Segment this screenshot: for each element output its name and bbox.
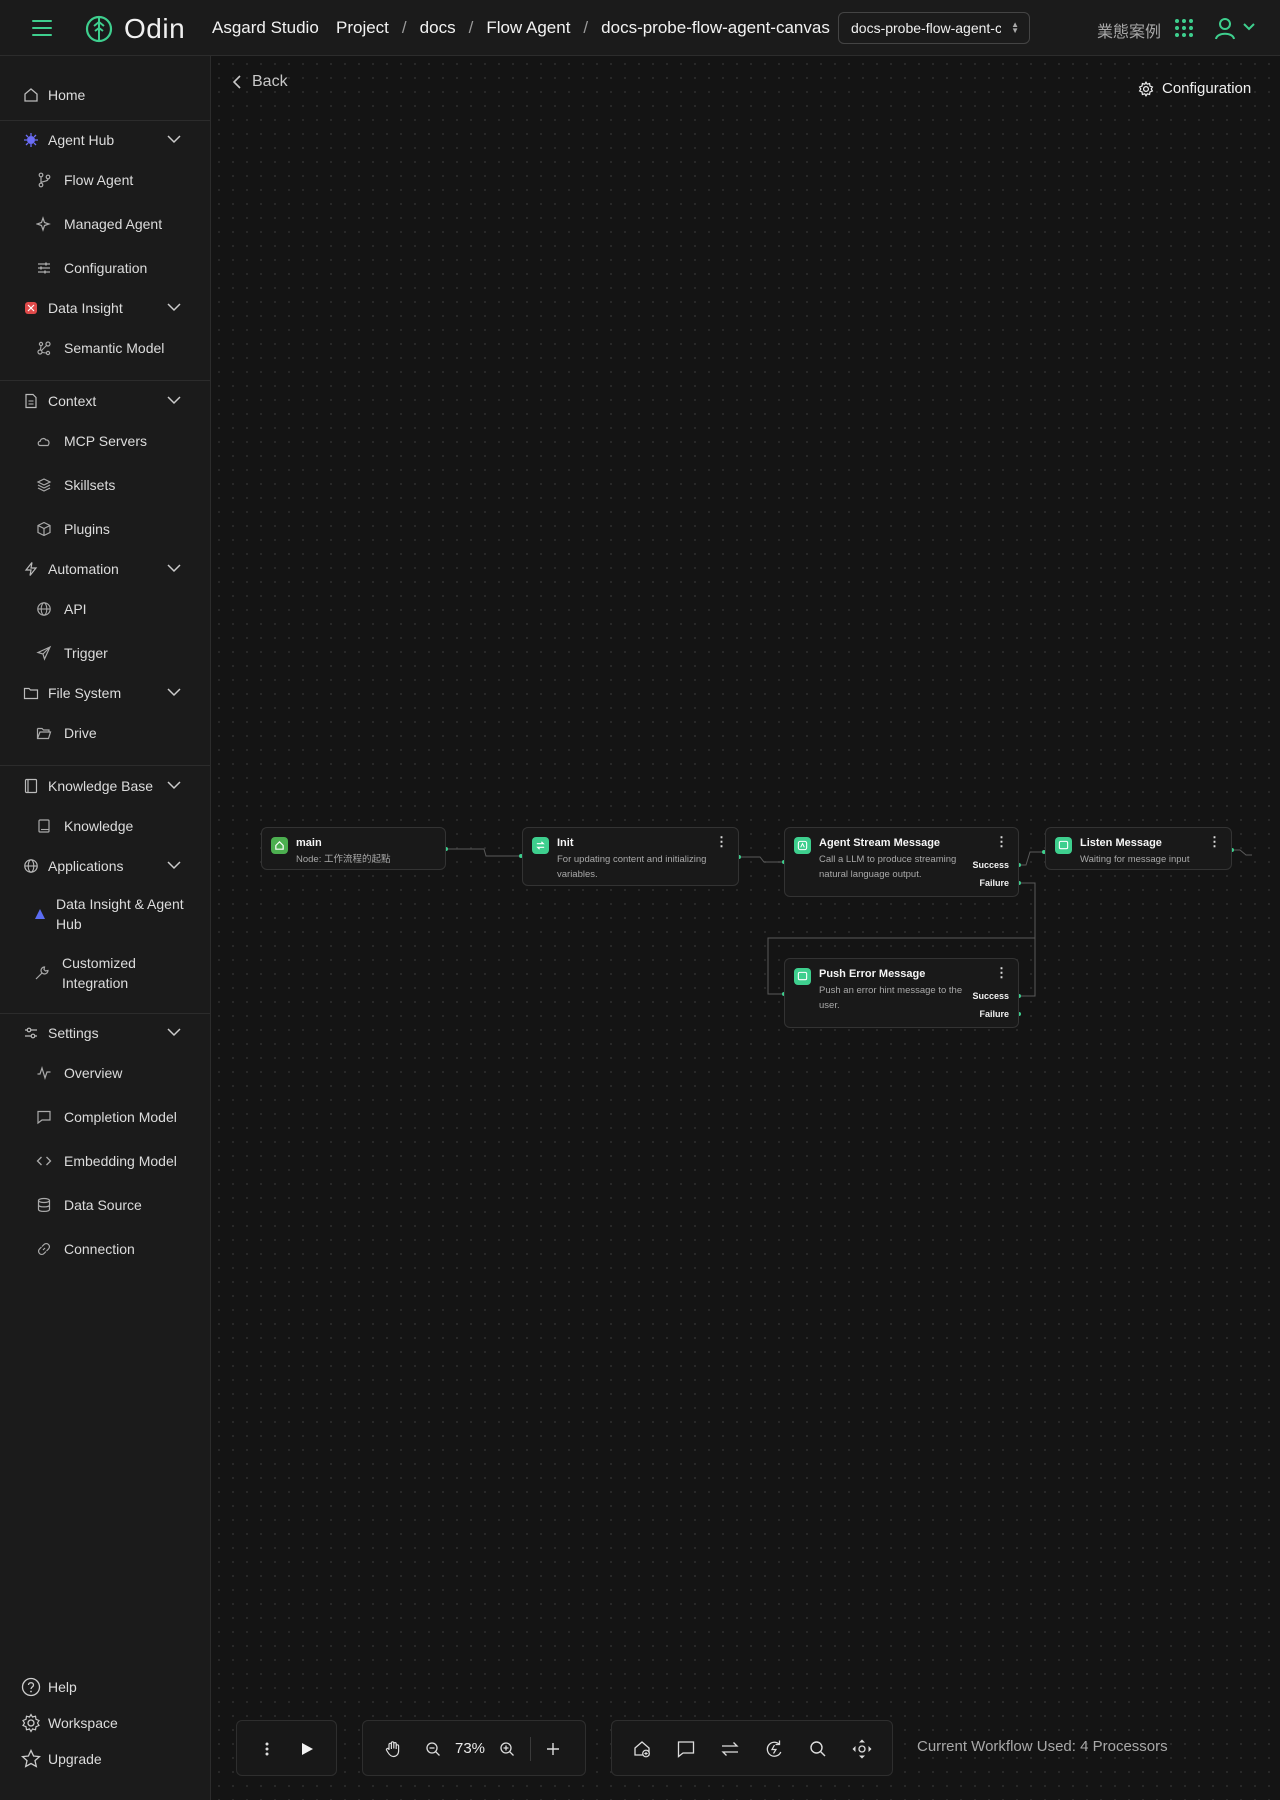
- node-title: main: [296, 837, 322, 849]
- node-title: Listen Message: [1080, 837, 1162, 849]
- node-menu-button[interactable]: ⋮: [715, 835, 728, 848]
- search-icon[interactable]: [806, 1737, 830, 1761]
- toolbar-divider: [530, 1737, 531, 1761]
- port-failure-label: Failure: [979, 878, 1009, 888]
- toolbar-tools-group: [611, 1720, 893, 1776]
- edge-push-error-success: [1019, 938, 1036, 997]
- node-init[interactable]: Init For updating content and initializi…: [522, 827, 739, 886]
- more-vertical-icon[interactable]: [255, 1737, 279, 1761]
- fit-view-icon[interactable]: [850, 1737, 874, 1761]
- port-success-label: Success: [972, 860, 1009, 870]
- toolbar-zoom-group: 73%: [362, 1720, 586, 1776]
- node-push-error-message[interactable]: Push Error Message Push an error hint me…: [784, 958, 1019, 1028]
- zoom-level: 73%: [455, 1740, 486, 1757]
- node-listen-message[interactable]: Listen Message Waiting for message input…: [1045, 827, 1232, 870]
- add-node-icon[interactable]: [541, 1737, 565, 1761]
- add-start-node-icon[interactable]: [630, 1737, 654, 1761]
- edge-main-init: [446, 848, 521, 857]
- zoom-out-icon[interactable]: [421, 1737, 445, 1761]
- edge-init-agent-stream: [739, 856, 784, 863]
- message-node-icon: [794, 968, 811, 985]
- port-success-label: Success: [972, 991, 1009, 1001]
- node-title: Push Error Message: [819, 968, 926, 980]
- toolbar-run-group: [236, 1720, 337, 1776]
- port-failure-label: Failure: [979, 1009, 1009, 1019]
- comment-icon[interactable]: [674, 1737, 698, 1761]
- node-description: Node: 工作流程的起點: [296, 854, 391, 865]
- edge-listen-out: [1232, 849, 1252, 856]
- node-description: Push an error hint message to the user.: [819, 985, 963, 1011]
- node-description: For updating content and initializing va…: [557, 854, 707, 880]
- auto-layout-icon[interactable]: [762, 1737, 786, 1761]
- variable-node-icon: [532, 837, 549, 854]
- node-menu-button[interactable]: ⋮: [995, 835, 1008, 848]
- node-menu-button[interactable]: ⋮: [1208, 835, 1221, 848]
- hand-icon[interactable]: [381, 1737, 405, 1761]
- node-title: Init: [557, 837, 574, 849]
- node-menu-button[interactable]: ⋮: [995, 966, 1008, 979]
- workflow-status: Current Workflow Used: 4 Processors: [917, 1738, 1168, 1755]
- node-agent-stream-message[interactable]: Agent Stream Message Call a LLM to produ…: [784, 827, 1019, 897]
- swap-arrows-icon[interactable]: [718, 1737, 742, 1761]
- flow-connections: [444, 847, 1252, 1016]
- node-title: Agent Stream Message: [819, 837, 941, 849]
- node-main[interactable]: main Node: 工作流程的起點: [261, 827, 446, 870]
- play-icon[interactable]: [295, 1737, 319, 1761]
- message-node-icon: [1055, 837, 1072, 854]
- node-description: Waiting for message input: [1080, 854, 1190, 865]
- llm-node-icon: [794, 837, 811, 854]
- start-node-icon: [271, 837, 288, 854]
- zoom-in-icon[interactable]: [495, 1737, 519, 1761]
- edge-agent-stream-success-listen: [1019, 851, 1044, 866]
- node-description: Call a LLM to produce streaming natural …: [819, 854, 957, 880]
